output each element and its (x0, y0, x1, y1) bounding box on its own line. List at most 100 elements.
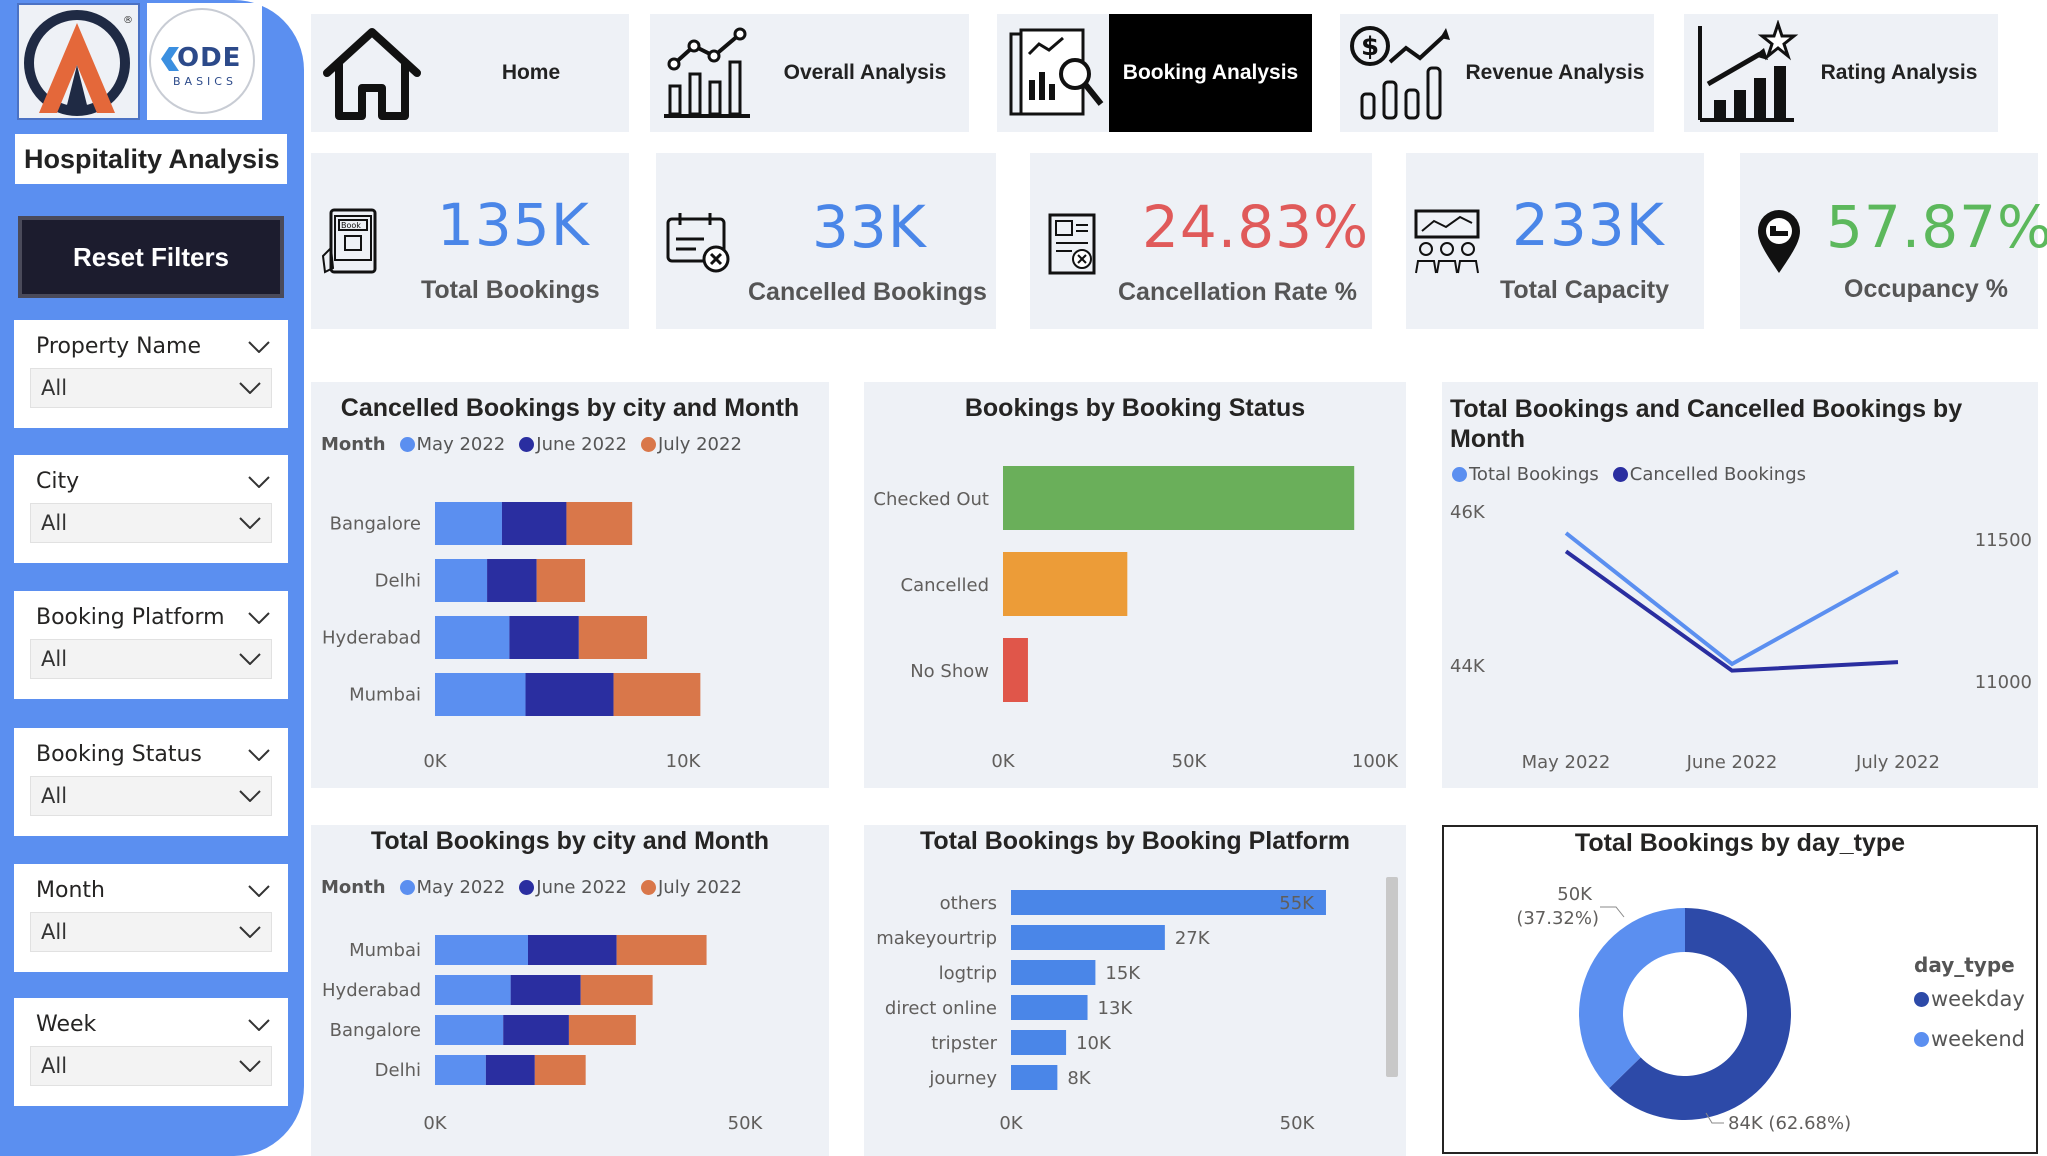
bar-segment (435, 935, 528, 965)
slicer-header[interactable]: Week (36, 1012, 270, 1037)
bar (1011, 1030, 1067, 1055)
slicer-dropdown[interactable]: All (30, 776, 272, 816)
bar-segment (501, 502, 567, 545)
chart-trend-icon (664, 27, 750, 118)
bar-segment (536, 559, 586, 602)
slicer-dropdown[interactable]: All (30, 503, 272, 543)
atliq-logo: ® (17, 3, 140, 120)
cancelled-bookings-city-month-chart[interactable]: Cancelled Bookings by city and Month Mon… (311, 382, 829, 788)
slicer-label: Booking Status (36, 742, 202, 767)
slicer-month: Month All (14, 864, 288, 972)
chart-plot: 46K 44K 11500 11000 May 2022 June 2022 July 20… (1450, 502, 2032, 773)
slicer-week: Week All (14, 998, 288, 1106)
category-label: makeyourtrip (876, 928, 997, 949)
legend-dot-weekday (1914, 991, 1929, 1007)
slicer-city: City All (14, 455, 288, 563)
svg-text:Book: Book (341, 221, 361, 230)
nav-revenue-analysis-label: Revenue Analysis (1465, 61, 1645, 84)
chart-plot: Mumbai Hyderabad Bangalore Delhi 0K 50K (322, 935, 764, 1134)
leader-line (1600, 906, 1625, 918)
kpi-cancelled-bookings-value: 33K (812, 193, 927, 261)
slicer-dropdown[interactable]: All (30, 1046, 272, 1086)
data-label: 55K (1279, 893, 1315, 914)
bar-segment (435, 616, 510, 659)
svg-text:®: ® (123, 15, 133, 26)
report-magnifier-icon (1009, 28, 1104, 116)
nav-home-button[interactable]: Home (311, 14, 629, 132)
kpi-total-capacity-label: Total Capacity (1500, 276, 1670, 304)
slicer-property-name: Property Name All (14, 320, 288, 428)
kpi-occupancy: 57.87% Occupancy % (1740, 153, 2047, 329)
slicer-dropdown[interactable]: All (30, 912, 272, 952)
data-label: 27K (1175, 928, 1211, 949)
chevron-down-icon (248, 1018, 270, 1031)
x-tick-label: 10K (666, 751, 702, 772)
y-right-tick-label: 11000 (1975, 672, 2032, 693)
codebasics-logo-sub: BASICS (173, 75, 237, 88)
nav-rating-analysis-button[interactable]: Rating Analysis (1684, 14, 1998, 132)
category-label: tripster (931, 1033, 997, 1054)
legend-item-weekday: weekday (1914, 987, 2025, 1011)
category-label: Delhi (375, 571, 421, 592)
category-label: Bangalore (330, 514, 421, 535)
bookings-by-status-chart[interactable]: Bookings by Booking Status Checked Out Ca… (864, 382, 1406, 788)
slicer-dropdown[interactable]: All (30, 368, 272, 408)
bar-segment (509, 616, 579, 659)
category-label: Checked Out (873, 489, 989, 510)
category-label: Delhi (375, 1060, 421, 1081)
bar-segment (435, 975, 511, 1005)
slicer-header[interactable]: Property Name (36, 334, 270, 359)
category-label: others (940, 893, 997, 914)
codebasics-logo: ODE BASICS (147, 3, 262, 120)
slicer-value: All (41, 511, 68, 535)
data-label: 10K (1076, 1033, 1112, 1054)
slicer-dropdown[interactable]: All (30, 639, 272, 679)
data-label: 8K (1067, 1068, 1091, 1089)
bar (1003, 466, 1355, 530)
nav-booking-analysis-button[interactable]: Booking Analysis (997, 14, 1312, 132)
bar-segment (578, 616, 648, 659)
nav-home-label: Home (501, 61, 561, 84)
bar-segment (435, 1055, 486, 1085)
reset-filters-button[interactable]: Reset Filters (18, 216, 284, 298)
slicer-header[interactable]: Booking Status (36, 742, 270, 767)
kpi-total-bookings-label: Total Bookings (421, 276, 600, 304)
bar-segment (528, 935, 617, 965)
legend-title: day_type (1914, 953, 2015, 977)
category-label: Mumbai (349, 685, 421, 706)
kpi-cancelled-bookings: 33K Cancelled Bookings (656, 153, 996, 329)
location-pin-bed-icon (1758, 210, 1800, 273)
legend-item-weekend: weekend (1914, 1027, 2025, 1051)
bookings-cancelled-by-month-chart[interactable]: Total Bookings and Cancelled Bookings by… (1442, 382, 2038, 788)
bar (1003, 552, 1128, 616)
cancelled-calendar-icon (666, 213, 730, 273)
nav-overall-analysis-button[interactable]: Overall Analysis (650, 14, 969, 132)
chevron-down-icon (248, 611, 270, 624)
total-bookings-city-month-chart[interactable]: Total Bookings by city and Month Month M… (311, 825, 829, 1156)
chart-plot: Bangalore Delhi Hyderabad Mumbai 0K 10K (322, 502, 702, 772)
x-tick-label: 0K (999, 1113, 1023, 1134)
bookings-by-platform-chart[interactable]: Total Bookings by Booking Platform other… (864, 825, 1406, 1156)
slicer-label: City (36, 469, 80, 494)
bar (1011, 925, 1165, 950)
x-tick-label: 50K (728, 1113, 764, 1134)
bar-segment (568, 1015, 636, 1045)
x-tick-label: 0K (423, 1113, 447, 1134)
kpi-cancellation-rate-value: 24.83% (1142, 193, 1370, 261)
category-label: journey (928, 1068, 997, 1089)
slicer-header[interactable]: Month (36, 878, 270, 903)
category-label: logtrip (939, 963, 997, 984)
kpi-total-capacity-value: 233K (1512, 191, 1665, 259)
kpi-occupancy-value: 57.87% (1826, 193, 2047, 261)
bookings-by-day-type-chart[interactable]: Total Bookings by day_type day_type week… (1442, 825, 2038, 1154)
nav-booking-analysis-active: Booking Analysis (1109, 14, 1312, 132)
slicer-header[interactable]: City (36, 469, 270, 494)
nav-revenue-analysis-button[interactable]: $ Revenue Analysis (1340, 14, 1654, 132)
bar (1011, 960, 1096, 985)
chart-plot: others 55K makeyourtrip 27K logtrip 15K direct… (876, 890, 1326, 1134)
slicer-value: All (41, 647, 68, 671)
x-tick-label: 50K (1172, 751, 1208, 772)
x-tick-label: 50K (1280, 1113, 1316, 1134)
series-line-total (1564, 531, 1899, 667)
slicer-header[interactable]: Booking Platform (36, 605, 270, 630)
